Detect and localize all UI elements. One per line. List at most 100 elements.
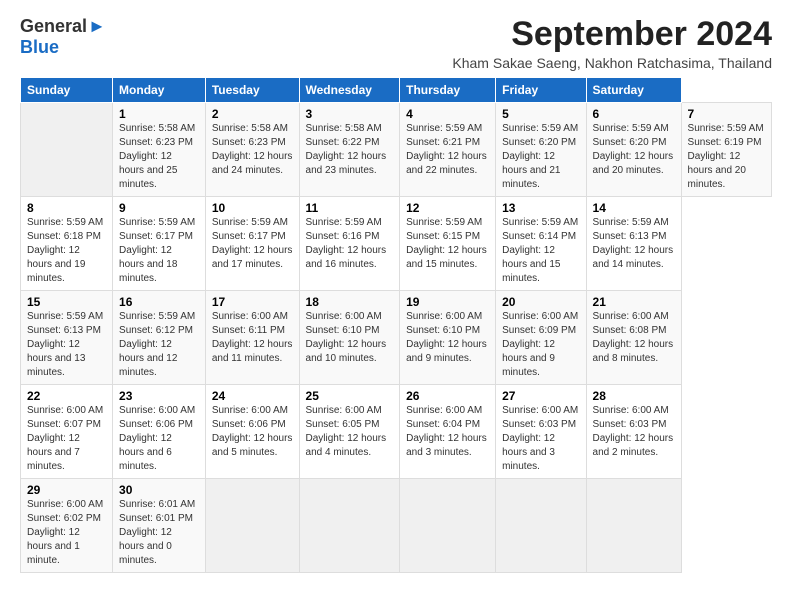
day-number: 23	[119, 389, 199, 403]
day-info: Sunrise: 6:00 AMSunset: 6:06 PMDaylight:…	[119, 404, 199, 474]
day-number: 4	[406, 107, 489, 121]
calendar-cell: 2Sunrise: 5:58 AMSunset: 6:23 PMDaylight…	[205, 103, 299, 197]
calendar-cell: 26Sunrise: 6:00 AMSunset: 6:04 PMDayligh…	[400, 385, 496, 479]
calendar-cell: 12Sunrise: 5:59 AMSunset: 6:15 PMDayligh…	[400, 197, 496, 291]
day-info: Sunrise: 5:58 AMSunset: 6:23 PMDaylight:…	[119, 122, 199, 192]
day-info: Sunrise: 5:59 AMSunset: 6:12 PMDaylight:…	[119, 310, 199, 380]
logo-flag-icon: ►	[88, 16, 106, 37]
day-info: Sunrise: 6:00 AMSunset: 6:03 PMDaylight:…	[502, 404, 579, 474]
calendar-cell: 18Sunrise: 6:00 AMSunset: 6:10 PMDayligh…	[299, 291, 400, 385]
calendar-cell	[21, 103, 113, 197]
day-info: Sunrise: 6:00 AMSunset: 6:05 PMDaylight:…	[306, 404, 394, 460]
title-area: September 2024 Kham Sakae Saeng, Nakhon …	[452, 16, 772, 71]
calendar-cell	[299, 479, 400, 573]
day-info: Sunrise: 6:00 AMSunset: 6:06 PMDaylight:…	[212, 404, 293, 460]
day-number: 25	[306, 389, 394, 403]
calendar-week-row: 29Sunrise: 6:00 AMSunset: 6:02 PMDayligh…	[21, 479, 772, 573]
day-number: 24	[212, 389, 293, 403]
day-info: Sunrise: 6:00 AMSunset: 6:10 PMDaylight:…	[406, 310, 489, 366]
page: General ► Blue September 2024 Kham Sakae…	[0, 0, 792, 583]
day-info: Sunrise: 5:59 AMSunset: 6:17 PMDaylight:…	[212, 216, 293, 272]
day-number: 21	[593, 295, 675, 309]
calendar-cell: 13Sunrise: 5:59 AMSunset: 6:14 PMDayligh…	[496, 197, 586, 291]
calendar-header-tuesday: Tuesday	[205, 78, 299, 103]
day-info: Sunrise: 5:59 AMSunset: 6:21 PMDaylight:…	[406, 122, 489, 178]
logo-blue-text: Blue	[20, 37, 59, 58]
day-info: Sunrise: 5:59 AMSunset: 6:20 PMDaylight:…	[593, 122, 675, 178]
day-number: 1	[119, 107, 199, 121]
day-info: Sunrise: 5:59 AMSunset: 6:19 PMDaylight:…	[688, 122, 765, 192]
calendar-header-wednesday: Wednesday	[299, 78, 400, 103]
calendar-week-row: 1Sunrise: 5:58 AMSunset: 6:23 PMDaylight…	[21, 103, 772, 197]
calendar-cell: 7Sunrise: 5:59 AMSunset: 6:19 PMDaylight…	[681, 103, 771, 197]
calendar-cell: 11Sunrise: 5:59 AMSunset: 6:16 PMDayligh…	[299, 197, 400, 291]
calendar-cell: 5Sunrise: 5:59 AMSunset: 6:20 PMDaylight…	[496, 103, 586, 197]
calendar-header-row: SundayMondayTuesdayWednesdayThursdayFrid…	[21, 78, 772, 103]
day-info: Sunrise: 5:59 AMSunset: 6:13 PMDaylight:…	[593, 216, 675, 272]
day-number: 7	[688, 107, 765, 121]
day-info: Sunrise: 5:58 AMSunset: 6:22 PMDaylight:…	[306, 122, 394, 178]
calendar-week-row: 8Sunrise: 5:59 AMSunset: 6:18 PMDaylight…	[21, 197, 772, 291]
day-number: 20	[502, 295, 579, 309]
day-number: 12	[406, 201, 489, 215]
calendar-cell: 28Sunrise: 6:00 AMSunset: 6:03 PMDayligh…	[586, 385, 681, 479]
calendar-header-friday: Friday	[496, 78, 586, 103]
day-info: Sunrise: 5:59 AMSunset: 6:15 PMDaylight:…	[406, 216, 489, 272]
day-number: 17	[212, 295, 293, 309]
calendar-week-row: 15Sunrise: 5:59 AMSunset: 6:13 PMDayligh…	[21, 291, 772, 385]
day-number: 19	[406, 295, 489, 309]
day-number: 15	[27, 295, 106, 309]
calendar-cell: 21Sunrise: 6:00 AMSunset: 6:08 PMDayligh…	[586, 291, 681, 385]
calendar-header-thursday: Thursday	[400, 78, 496, 103]
day-number: 27	[502, 389, 579, 403]
day-info: Sunrise: 5:59 AMSunset: 6:16 PMDaylight:…	[306, 216, 394, 272]
calendar-cell: 19Sunrise: 6:00 AMSunset: 6:10 PMDayligh…	[400, 291, 496, 385]
day-number: 10	[212, 201, 293, 215]
calendar-cell: 23Sunrise: 6:00 AMSunset: 6:06 PMDayligh…	[113, 385, 206, 479]
calendar-cell	[400, 479, 496, 573]
calendar-cell: 10Sunrise: 5:59 AMSunset: 6:17 PMDayligh…	[205, 197, 299, 291]
day-number: 16	[119, 295, 199, 309]
calendar-cell: 1Sunrise: 5:58 AMSunset: 6:23 PMDaylight…	[113, 103, 206, 197]
logo-general-text: General	[20, 16, 87, 37]
day-number: 11	[306, 201, 394, 215]
calendar-cell: 15Sunrise: 5:59 AMSunset: 6:13 PMDayligh…	[21, 291, 113, 385]
day-info: Sunrise: 6:00 AMSunset: 6:07 PMDaylight:…	[27, 404, 106, 474]
calendar-cell	[496, 479, 586, 573]
day-number: 6	[593, 107, 675, 121]
day-number: 3	[306, 107, 394, 121]
calendar-header-sunday: Sunday	[21, 78, 113, 103]
header: General ► Blue September 2024 Kham Sakae…	[20, 16, 772, 71]
calendar-cell: 3Sunrise: 5:58 AMSunset: 6:22 PMDaylight…	[299, 103, 400, 197]
calendar-cell: 17Sunrise: 6:00 AMSunset: 6:11 PMDayligh…	[205, 291, 299, 385]
day-number: 29	[27, 483, 106, 497]
day-info: Sunrise: 5:59 AMSunset: 6:18 PMDaylight:…	[27, 216, 106, 286]
day-info: Sunrise: 5:59 AMSunset: 6:20 PMDaylight:…	[502, 122, 579, 192]
calendar-header-monday: Monday	[113, 78, 206, 103]
day-number: 14	[593, 201, 675, 215]
day-number: 13	[502, 201, 579, 215]
day-info: Sunrise: 6:00 AMSunset: 6:03 PMDaylight:…	[593, 404, 675, 460]
calendar-cell: 14Sunrise: 5:59 AMSunset: 6:13 PMDayligh…	[586, 197, 681, 291]
day-info: Sunrise: 5:59 AMSunset: 6:17 PMDaylight:…	[119, 216, 199, 286]
day-number: 9	[119, 201, 199, 215]
day-info: Sunrise: 6:00 AMSunset: 6:10 PMDaylight:…	[306, 310, 394, 366]
calendar-cell: 22Sunrise: 6:00 AMSunset: 6:07 PMDayligh…	[21, 385, 113, 479]
day-info: Sunrise: 6:00 AMSunset: 6:04 PMDaylight:…	[406, 404, 489, 460]
day-info: Sunrise: 5:58 AMSunset: 6:23 PMDaylight:…	[212, 122, 293, 178]
calendar-cell: 25Sunrise: 6:00 AMSunset: 6:05 PMDayligh…	[299, 385, 400, 479]
calendar-cell: 30Sunrise: 6:01 AMSunset: 6:01 PMDayligh…	[113, 479, 206, 573]
calendar-table: SundayMondayTuesdayWednesdayThursdayFrid…	[20, 77, 772, 573]
day-number: 8	[27, 201, 106, 215]
calendar-week-row: 22Sunrise: 6:00 AMSunset: 6:07 PMDayligh…	[21, 385, 772, 479]
calendar-cell: 24Sunrise: 6:00 AMSunset: 6:06 PMDayligh…	[205, 385, 299, 479]
calendar-cell: 6Sunrise: 5:59 AMSunset: 6:20 PMDaylight…	[586, 103, 681, 197]
month-title: September 2024	[452, 16, 772, 53]
day-info: Sunrise: 6:00 AMSunset: 6:02 PMDaylight:…	[27, 498, 106, 568]
calendar-cell	[205, 479, 299, 573]
calendar-cell: 8Sunrise: 5:59 AMSunset: 6:18 PMDaylight…	[21, 197, 113, 291]
day-number: 26	[406, 389, 489, 403]
calendar-header-saturday: Saturday	[586, 78, 681, 103]
calendar-cell: 9Sunrise: 5:59 AMSunset: 6:17 PMDaylight…	[113, 197, 206, 291]
day-info: Sunrise: 6:00 AMSunset: 6:11 PMDaylight:…	[212, 310, 293, 366]
